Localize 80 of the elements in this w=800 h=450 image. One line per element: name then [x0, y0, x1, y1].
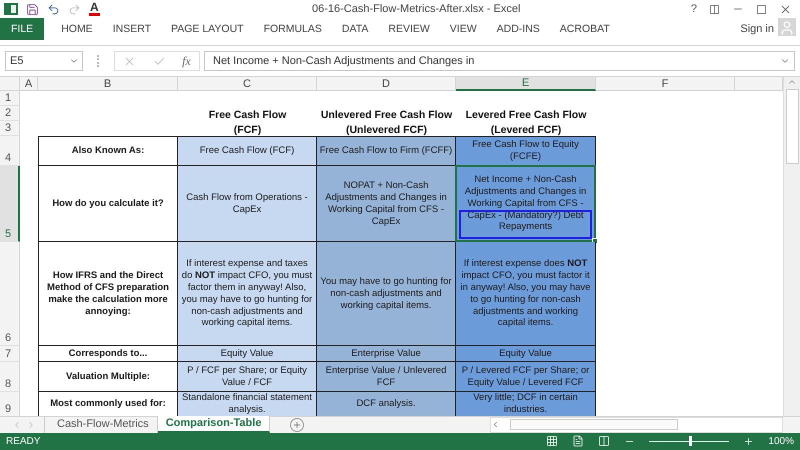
redo-icon[interactable]	[68, 2, 81, 16]
row-header[interactable]: 1	[0, 91, 20, 106]
table-cell[interactable]: You may have to go hunting for non-cash adjustments and working capital items.	[317, 242, 456, 346]
ribbon-tab[interactable]: ACROBAT	[550, 18, 619, 40]
row-header[interactable]: 5	[0, 166, 20, 242]
column-subtitle: (Levered FCF)	[490, 123, 562, 136]
horizontal-scrollbar[interactable]	[490, 417, 783, 433]
row-label: Also Known As:	[38, 136, 178, 166]
vertical-scrollbar[interactable]	[783, 77, 800, 416]
row-header[interactable]: 9	[0, 392, 20, 416]
scroll-thumb[interactable]	[510, 419, 678, 430]
zoom-level[interactable]: 100%	[768, 436, 794, 447]
ribbon-tab[interactable]: DATA	[332, 18, 378, 40]
table-cell[interactable]: P / Levered FCF per Share; or Equity Value / Levered FCF	[456, 362, 596, 392]
row-label: How IFRS and the Direct Method of CFS preparation make the calculation more annoying:	[38, 242, 178, 346]
column-header[interactable]: C	[178, 77, 317, 92]
row-header[interactable]: 2	[0, 106, 20, 122]
row-header[interactable]: 3	[0, 121, 20, 136]
zoom-in-icon[interactable]	[743, 436, 754, 447]
row-header[interactable]: 7	[0, 346, 20, 362]
row-label: Valuation Multiple:	[38, 362, 178, 392]
row-header[interactable]: 8	[0, 362, 20, 392]
table-cell[interactable]: Free Cash Flow to Equity (FCFE)	[456, 136, 596, 166]
table-cell[interactable]: If interest expense does NOT impact CFO, you must factor it in anyway! Also, you may have to go hunting for non-cash adjustments and working capital items.	[456, 242, 596, 346]
table-cell[interactable]: Free Cash Flow to Firm (FCFF)	[317, 136, 456, 166]
ribbon-display-icon[interactable]	[709, 4, 720, 15]
font-color-button[interactable]: A	[89, 2, 100, 16]
ribbon-tab[interactable]: ADD-INS	[488, 18, 549, 40]
table-cell[interactable]: Standalone financial statement analysis.	[178, 392, 317, 416]
sheet-tab[interactable]: Comparison-Table	[158, 416, 270, 433]
normal-view-icon[interactable]	[546, 435, 558, 448]
column-title: Levered Free Cash Flow	[464, 108, 588, 122]
file-tab[interactable]: FILE	[0, 18, 44, 40]
column-subtitle: (Unlevered FCF)	[344, 123, 428, 136]
row-label: Corresponds to...	[38, 346, 178, 362]
help-button[interactable]: ?	[690, 3, 697, 16]
ribbon-tab[interactable]: FORMULAS	[254, 18, 331, 40]
scroll-left-icon[interactable]	[491, 420, 500, 430]
column-title: Free Cash Flow	[208, 108, 288, 122]
name-box[interactable]: E5	[5, 51, 83, 72]
column-header[interactable]: D	[317, 77, 456, 92]
row-header[interactable]: 6	[0, 242, 20, 346]
table-cell[interactable]: Equity Value	[456, 346, 596, 362]
status-text: READY	[6, 436, 40, 447]
table-cell[interactable]: NOPAT + Non-Cash Adjustments and Changes in Working Capital from CFS - CapEx	[317, 166, 456, 242]
row-label: Most commonly used for:	[38, 392, 178, 416]
excel-logo-icon	[4, 2, 18, 16]
ribbon-tab[interactable]: REVIEW	[379, 18, 439, 40]
column-header[interactable]: F	[596, 77, 735, 92]
row-header[interactable]: 4	[0, 136, 20, 166]
window-title: 06-16-Cash-Flow-Metrics-After.xlsx - Excel	[312, 3, 522, 16]
page-break-icon[interactable]	[598, 435, 610, 448]
row-label: How do you calculate it?	[38, 166, 178, 242]
page-layout-icon[interactable]	[572, 435, 584, 448]
column-subtitle: (FCF)	[232, 123, 262, 136]
table-cell[interactable]: Cash Flow from Operations - CapEx	[178, 166, 317, 242]
table-cell[interactable]: DCF analysis.	[317, 392, 456, 416]
ribbon-tab[interactable]: PAGE LAYOUT	[162, 18, 253, 40]
column-header[interactable]: B	[38, 77, 178, 92]
column-header[interactable]: A	[20, 77, 38, 92]
column-title: Unlevered Free Cash Flow	[320, 108, 454, 122]
table-cell[interactable]: Enterprise Value	[317, 346, 456, 362]
undo-icon[interactable]	[47, 2, 60, 16]
insert-function-button[interactable]: fx	[182, 54, 191, 69]
table-cell[interactable]: Equity Value	[178, 346, 317, 362]
formula-field[interactable]: Net Income + Non-Cash Adjustments and Changes in	[204, 51, 795, 72]
table-cell[interactable]: Very little; DCF in certain industries.	[456, 392, 596, 416]
maximize-icon[interactable]	[756, 4, 767, 15]
table-cell[interactable]: P / FCF per Share; or Equity Value / FCF	[178, 362, 317, 392]
column-header[interactable]: E	[456, 77, 596, 92]
table-cell[interactable]: Enterprise Value / Unlevered FCF	[317, 362, 456, 392]
scroll-thumb[interactable]	[786, 89, 798, 164]
ribbon-tab[interactable]: HOME	[52, 18, 102, 40]
table-cell[interactable]: Free Cash Flow (FCF)	[178, 136, 317, 166]
zoom-thumb[interactable]	[689, 436, 692, 446]
save-icon[interactable]	[26, 2, 39, 16]
ribbon-tab[interactable]: INSERT	[104, 18, 160, 40]
sign-in-link[interactable]: Sign in	[740, 18, 774, 40]
ribbon-tab[interactable]: VIEW	[440, 18, 486, 40]
table-cell[interactable]: If interest expense and taxes do NOT impact CFO, you must factor them in anyway! Also, you may have to go hunting for non-cash adjustments and working capital items.	[178, 242, 317, 346]
